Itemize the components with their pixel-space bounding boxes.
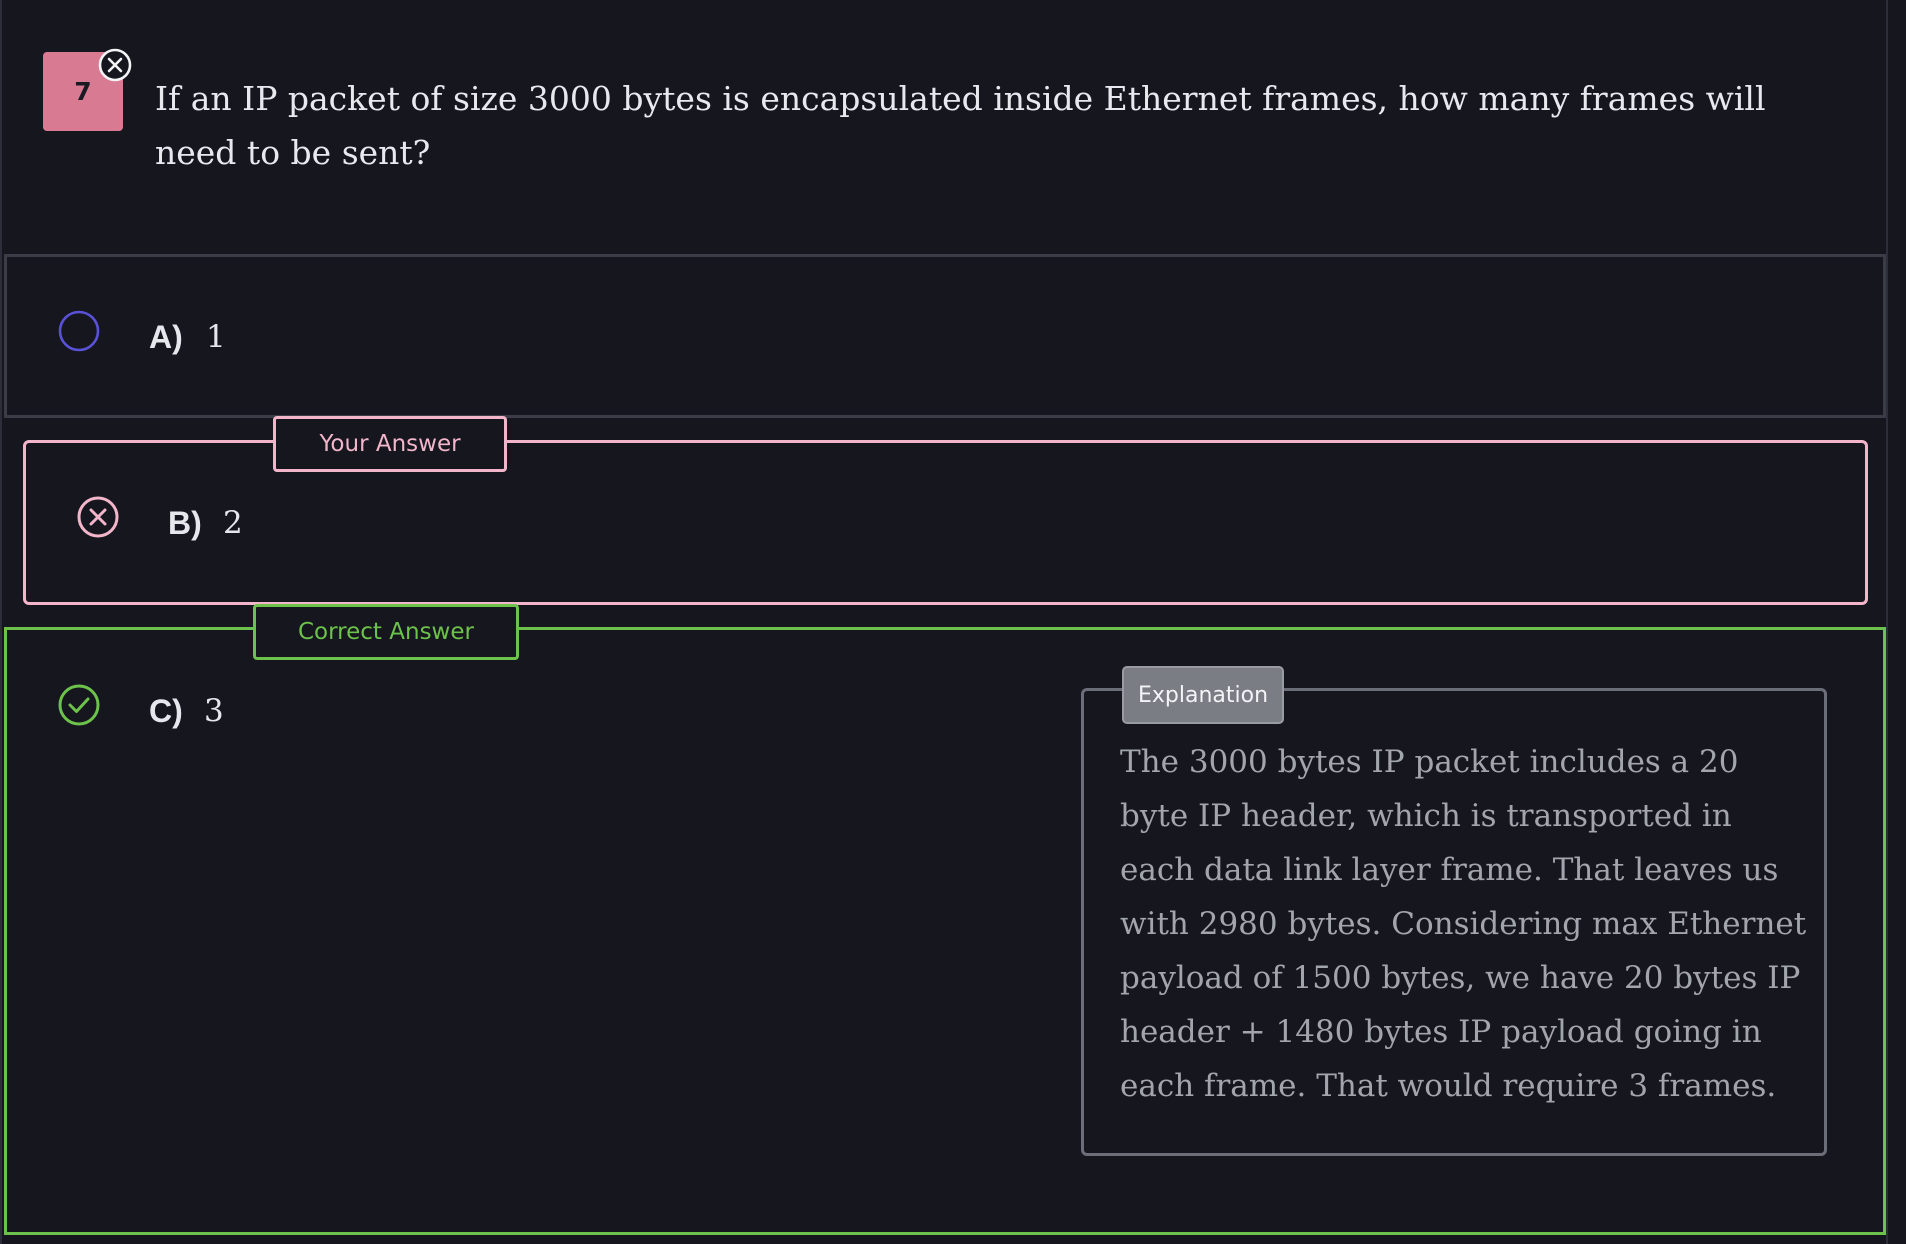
empty-radio-icon[interactable]	[57, 309, 101, 353]
option-value: 2	[223, 505, 243, 541]
check-circle-icon	[58, 684, 100, 726]
option-value: 1	[206, 319, 226, 355]
option-letter: C)	[149, 693, 183, 729]
option-letter: A)	[149, 319, 183, 355]
x-circle-icon	[77, 496, 119, 538]
x-circle-icon	[98, 48, 132, 82]
option-value: 3	[204, 693, 224, 729]
option-letter: B)	[168, 505, 202, 541]
explanation-label: Explanation	[1122, 666, 1284, 724]
question-text: If an IP packet of size 3000 bytes is en…	[155, 79, 1766, 172]
question-number: 7	[74, 77, 92, 106]
explanation-text: The 3000 bytes IP packet includes a 20 b…	[1120, 744, 1807, 1104]
correct-answer-tag: Correct Answer	[253, 604, 519, 660]
option-a[interactable]: A) 1	[4, 254, 1886, 418]
your-answer-tag: Your Answer	[273, 416, 507, 472]
